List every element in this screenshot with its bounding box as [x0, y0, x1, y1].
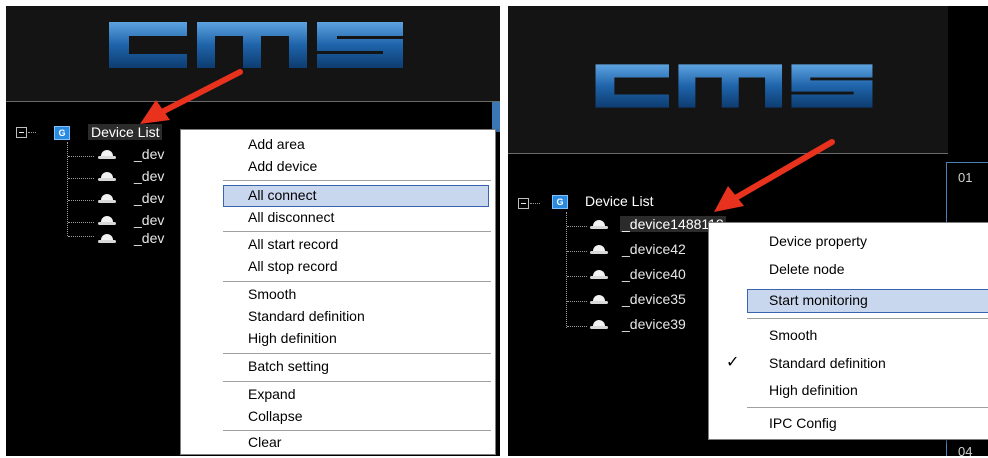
menu-item-all-start-record[interactable]: All start record [248, 236, 338, 252]
device-item[interactable]: _device39 [622, 316, 686, 332]
menu-separator [223, 381, 491, 382]
group-icon: G [552, 195, 568, 209]
video-window-number: 01 [958, 170, 973, 185]
menu-separator [747, 407, 988, 408]
menu-item-smooth[interactable]: Smooth [769, 327, 817, 343]
menu-item-smooth[interactable]: Smooth [248, 286, 296, 302]
tree-connector [567, 326, 587, 327]
menu-item-standard-definition[interactable]: Standard definition [248, 308, 365, 324]
checkmark-icon: ✓ [726, 354, 740, 371]
device-item[interactable]: _dev [134, 230, 164, 246]
tree-connector [68, 236, 94, 237]
menu-item-device-property[interactable]: Device property [769, 233, 867, 249]
logo-header [6, 6, 500, 102]
menu-item-label: Start monitoring [769, 292, 868, 308]
menu-item-high-definition[interactable]: High definition [248, 330, 337, 346]
menu-item-expand[interactable]: Expand [248, 386, 295, 402]
device-item[interactable]: _dev [134, 190, 164, 206]
menu-item-add-area[interactable]: Add area [248, 136, 305, 152]
camera-icon [590, 295, 608, 305]
tree-connector [68, 178, 94, 179]
context-menu: Device property Delete node Start monito… [708, 222, 988, 440]
tree-connector [68, 222, 94, 223]
menu-separator [747, 318, 988, 319]
tree-connector [68, 200, 94, 201]
device-item[interactable]: _dev [134, 168, 164, 184]
menu-separator [223, 231, 491, 232]
tree-connector [567, 226, 587, 227]
tree-connector [566, 212, 567, 328]
device-item[interactable]: _device42 [622, 241, 686, 257]
device-item[interactable]: _device40 [622, 266, 686, 282]
device-item[interactable]: _device35 [622, 291, 686, 307]
camera-icon [98, 216, 116, 226]
device-list-root[interactable]: Device List [582, 193, 656, 209]
group-icon: G [54, 126, 70, 140]
camera-icon [590, 245, 608, 255]
menu-item-all-disconnect[interactable]: All disconnect [248, 209, 334, 225]
menu-item-all-connect[interactable]: All connect [223, 185, 489, 207]
camera-icon [98, 194, 116, 204]
menu-item-all-stop-record[interactable]: All stop record [248, 258, 337, 274]
tree-connector [68, 156, 94, 157]
camera-icon [98, 234, 116, 244]
menu-item-clear[interactable]: Clear [248, 434, 281, 450]
menu-separator [223, 353, 491, 354]
menu-item-collapse[interactable]: Collapse [248, 408, 302, 424]
red-arrow-icon [714, 139, 835, 212]
context-menu: Add area Add device All connect All disc… [180, 129, 496, 455]
tree-connector [567, 276, 587, 277]
tree-connector [28, 132, 36, 133]
tree-connector [567, 251, 587, 252]
camera-icon [590, 270, 608, 280]
device-item[interactable]: _dev [134, 146, 164, 162]
menu-separator [223, 180, 491, 181]
menu-item-standard-definition[interactable]: Standard definition [769, 355, 886, 371]
device-item[interactable]: _dev [134, 212, 164, 228]
camera-icon [590, 220, 608, 230]
right-screenshot-panel: 01 04 G Device List _device1488118 _devi… [508, 6, 988, 456]
menu-item-high-definition[interactable]: High definition [769, 382, 858, 398]
tree-connector [567, 301, 587, 302]
camera-icon [590, 320, 608, 330]
menu-item-add-device[interactable]: Add device [248, 158, 317, 174]
tree-connector [530, 203, 540, 204]
header-divider [6, 101, 500, 102]
cms-logo [595, 64, 873, 108]
menu-separator [223, 430, 491, 431]
video-window-number: 04 [958, 444, 973, 456]
menu-item-label: All connect [248, 187, 317, 203]
menu-item-batch-setting[interactable]: Batch setting [248, 358, 329, 374]
tree-collapse-toggle[interactable] [518, 198, 529, 209]
menu-item-ipc-config[interactable]: IPC Config [769, 415, 837, 431]
video-panel-edge [492, 102, 500, 132]
tree-collapse-toggle[interactable] [16, 127, 27, 138]
camera-icon [98, 172, 116, 182]
menu-separator [223, 281, 491, 282]
left-screenshot-panel: G Device List _dev _dev _dev _dev _dev A… [6, 6, 500, 456]
menu-item-delete-node[interactable]: Delete node [769, 261, 845, 277]
logo-header [508, 6, 948, 154]
red-arrow-icon [140, 69, 243, 124]
menu-item-start-monitoring[interactable]: Start monitoring [747, 289, 988, 313]
camera-icon [98, 150, 116, 160]
